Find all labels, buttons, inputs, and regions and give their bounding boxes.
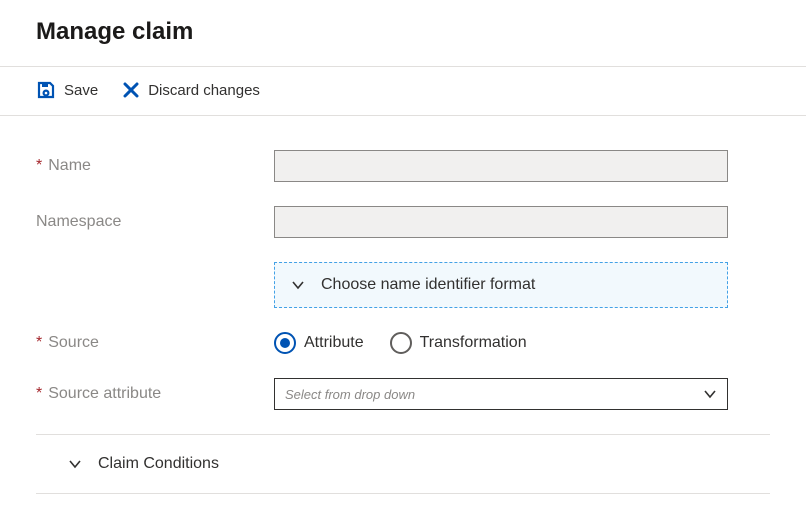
row-namespace: Namespace xyxy=(36,206,770,238)
identifier-expander-label: Choose name identifier format xyxy=(321,276,535,294)
page-title: Manage claim xyxy=(36,18,770,46)
radio-icon xyxy=(274,332,296,354)
close-icon xyxy=(122,81,140,99)
command-bar: Save Discard changes xyxy=(0,67,806,116)
chevron-down-icon xyxy=(291,278,305,292)
claim-conditions-label: Claim Conditions xyxy=(98,455,219,473)
save-icon xyxy=(36,80,56,100)
row-identifier-format: Choose name identifier format xyxy=(36,262,770,308)
required-marker: * xyxy=(36,334,42,352)
namespace-label: Namespace xyxy=(36,213,274,231)
claim-conditions-section[interactable]: Claim Conditions xyxy=(36,435,770,494)
chevron-down-icon xyxy=(703,387,717,401)
name-label: * Name xyxy=(36,157,274,175)
source-label: * Source xyxy=(36,334,274,352)
required-marker: * xyxy=(36,385,42,403)
namespace-input[interactable] xyxy=(274,206,728,238)
save-label: Save xyxy=(64,82,98,99)
form: * Name Namespace Choose name identifier … xyxy=(0,116,806,494)
source-radio-group: Attribute Transformation xyxy=(274,332,728,354)
radio-icon xyxy=(390,332,412,354)
source-attribute-label: * Source attribute xyxy=(36,385,274,403)
dropdown-placeholder: Select from drop down xyxy=(285,387,415,402)
name-input[interactable] xyxy=(274,150,728,182)
source-attribute-dropdown[interactable]: Select from drop down xyxy=(274,378,728,410)
discard-button[interactable]: Discard changes xyxy=(122,81,260,99)
discard-label: Discard changes xyxy=(148,82,260,99)
save-button[interactable]: Save xyxy=(36,80,98,100)
required-marker: * xyxy=(36,157,42,175)
name-identifier-format-expander[interactable]: Choose name identifier format xyxy=(274,262,728,308)
chevron-down-icon xyxy=(68,457,82,471)
row-source: * Source Attribute Transformation xyxy=(36,332,770,354)
source-radio-transformation[interactable]: Transformation xyxy=(390,332,527,354)
source-radio-attribute[interactable]: Attribute xyxy=(274,332,364,354)
panel-header: Manage claim xyxy=(0,0,806,66)
row-name: * Name xyxy=(36,150,770,182)
row-source-attribute: * Source attribute Select from drop down xyxy=(36,378,770,410)
